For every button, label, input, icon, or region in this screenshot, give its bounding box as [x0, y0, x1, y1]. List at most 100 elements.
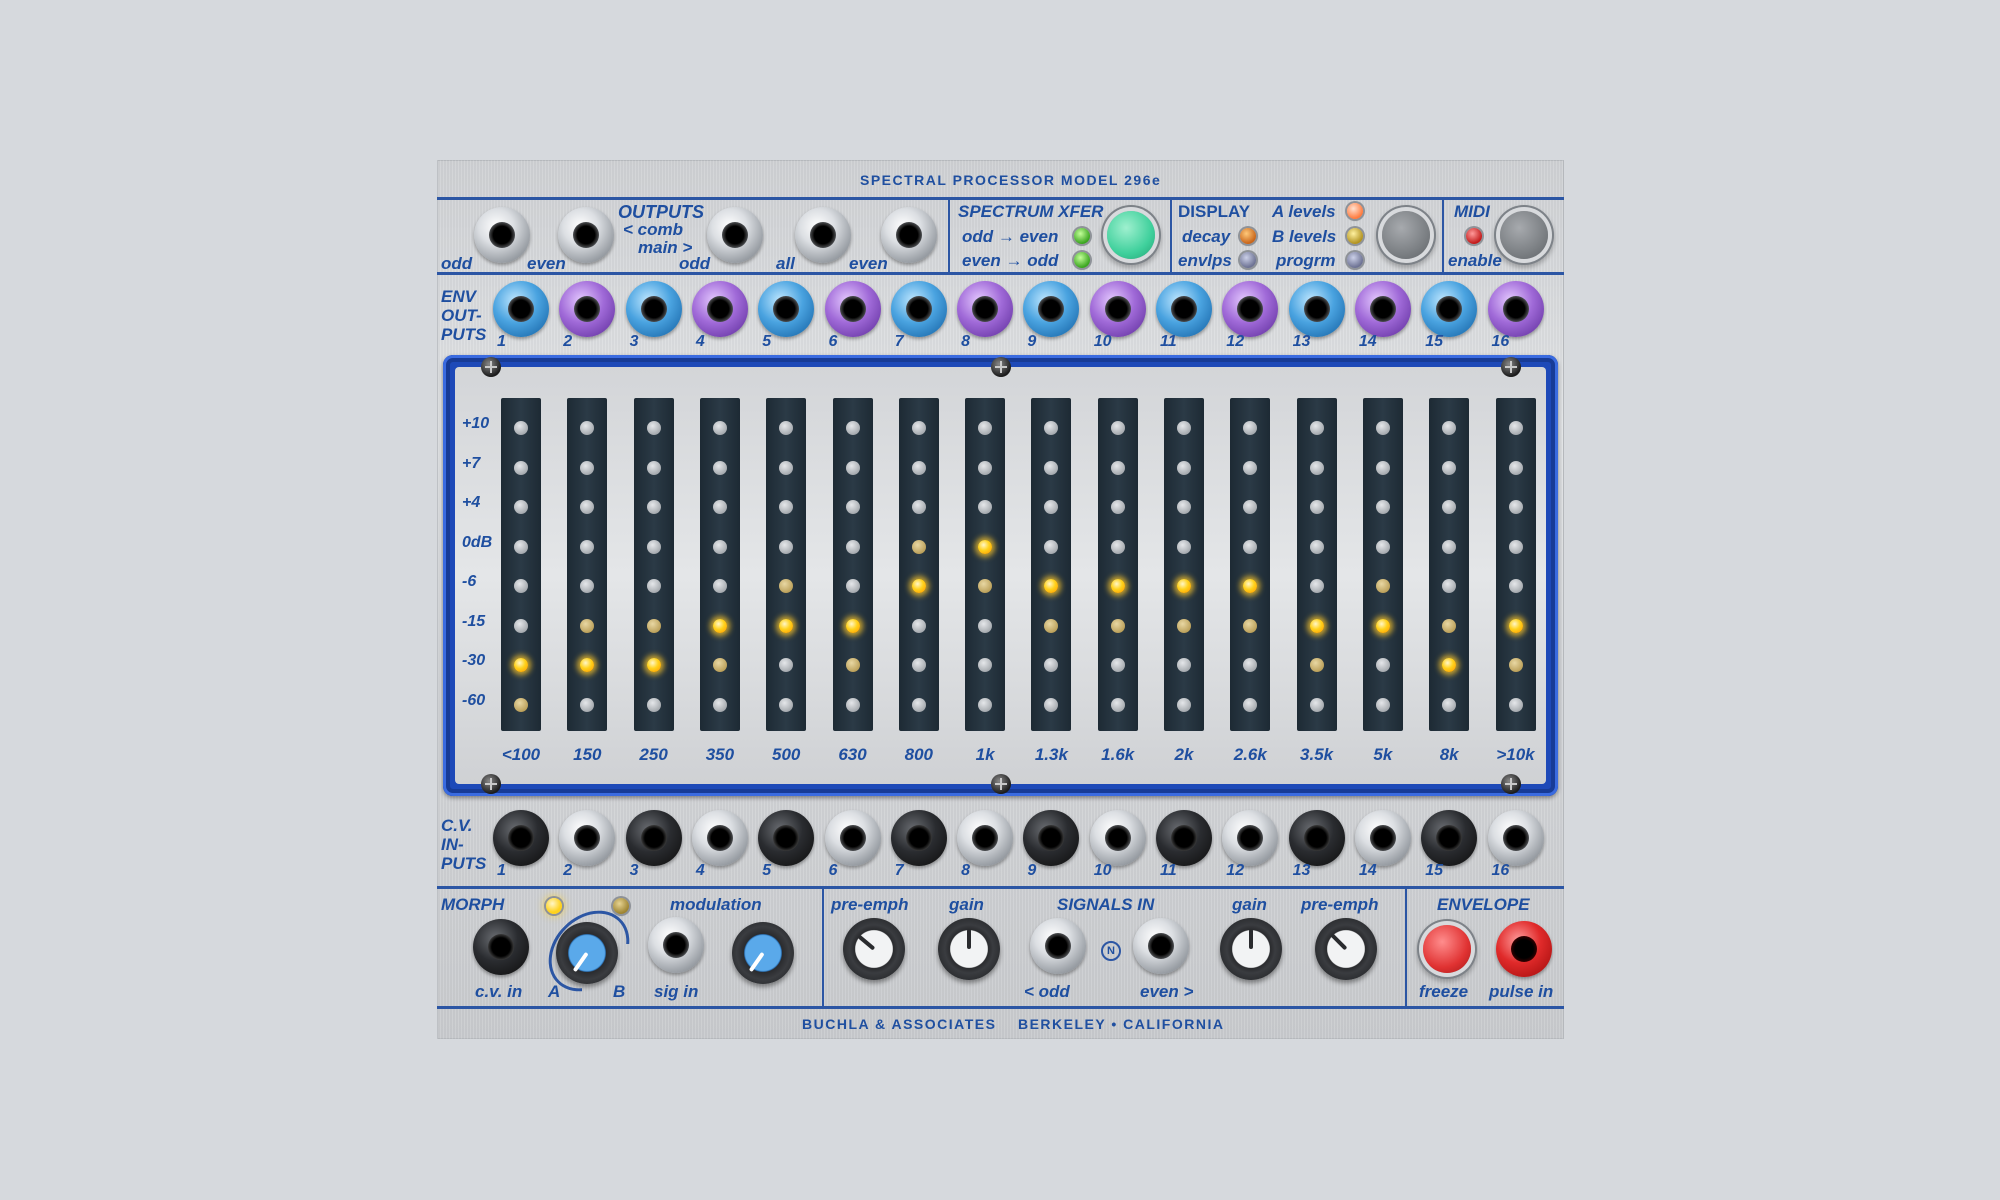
- cv-input-jack-10[interactable]: [1089, 810, 1146, 866]
- output-jack-comb-even[interactable]: [558, 207, 614, 263]
- pre-emph-knob-left[interactable]: [843, 918, 905, 980]
- env-output-jack-7[interactable]: [890, 281, 947, 337]
- meter-led: [1177, 500, 1191, 514]
- meter-led: [1375, 500, 1390, 514]
- meter-led: [514, 539, 528, 554]
- cv-input-jack-6[interactable]: [824, 810, 881, 866]
- meter-led: [1044, 579, 1059, 593]
- meter-led: [1442, 579, 1457, 593]
- pulse-in-jack[interactable]: [1496, 921, 1552, 977]
- cv-input-jack-11[interactable]: [1156, 810, 1212, 866]
- env-output-jack-4[interactable]: [691, 281, 748, 337]
- meter-strip-15: [1429, 398, 1470, 731]
- meter-led: [978, 421, 993, 435]
- meter-led: [845, 697, 860, 712]
- meter-strip-5: [766, 398, 807, 731]
- cv-input-jack-7[interactable]: [890, 810, 947, 866]
- midi-button[interactable]: [1500, 211, 1548, 259]
- output-label-even: even: [527, 254, 566, 273]
- cv-input-jack-8[interactable]: [957, 810, 1014, 866]
- output-jack-main-all[interactable]: [795, 207, 851, 263]
- meter-led: [1243, 618, 1258, 633]
- env-output-jack-16[interactable]: [1487, 281, 1544, 337]
- cv-input-number: 6: [828, 862, 838, 879]
- meter-led: [1309, 618, 1324, 633]
- pulse-in-label: pulse in: [1489, 982, 1554, 1001]
- env-output-jack-13[interactable]: [1288, 281, 1345, 337]
- morph-knob[interactable]: [556, 922, 618, 984]
- env-output-jack-1[interactable]: [493, 281, 549, 337]
- meter-led: [1243, 658, 1258, 672]
- display-button[interactable]: [1382, 211, 1430, 259]
- cv-input-jack-3[interactable]: [625, 810, 682, 866]
- cv-input-jack-4[interactable]: [691, 810, 748, 866]
- cv-input-number: 8: [961, 862, 970, 879]
- meter-strip-2: [567, 398, 608, 731]
- env-output-jack-15[interactable]: [1421, 281, 1478, 337]
- morph-cv-in-jack[interactable]: [473, 919, 529, 975]
- band-frequency-label: 1k: [975, 745, 995, 764]
- meter-led: [712, 421, 727, 435]
- modulation-sig-in-jack[interactable]: [648, 917, 704, 973]
- env-output-jack-6[interactable]: [824, 281, 881, 337]
- meter-led: [1375, 618, 1390, 633]
- cv-input-jack-14[interactable]: [1354, 810, 1411, 866]
- signal-in-even-jack[interactable]: [1133, 918, 1189, 974]
- env-output-jack-5[interactable]: [758, 281, 815, 337]
- cv-input-jack-16[interactable]: [1487, 810, 1544, 866]
- cv-input-jack-1[interactable]: [493, 810, 549, 866]
- display-heading: DISPLAY: [1178, 202, 1251, 221]
- screw-icon: [991, 357, 1011, 377]
- screw-icon: [991, 774, 1011, 794]
- db-scale-label: +4: [462, 494, 481, 511]
- meter-led: [1177, 658, 1191, 672]
- signal-in-odd-jack[interactable]: [1030, 918, 1086, 974]
- modulation-knob[interactable]: [732, 922, 794, 984]
- cv-input-jack-12[interactable]: [1222, 810, 1279, 866]
- env-output-jack-8[interactable]: [957, 281, 1014, 337]
- decay-label: decay: [1182, 227, 1231, 246]
- cv-input-number: 12: [1226, 862, 1245, 879]
- meter-led: [1044, 658, 1059, 672]
- cv-input-jack-13[interactable]: [1288, 810, 1345, 866]
- cv-input-jack-2[interactable]: [559, 810, 616, 866]
- env-output-jack-10[interactable]: [1089, 281, 1146, 337]
- env-output-jack-9[interactable]: [1023, 281, 1080, 337]
- midi-heading: MIDI: [1454, 202, 1490, 221]
- meter-led: [646, 658, 661, 672]
- meter-led: [1375, 579, 1390, 593]
- meter-led: [779, 460, 794, 475]
- freeze-button[interactable]: [1423, 925, 1471, 973]
- meter-led: [1177, 697, 1191, 712]
- divider: [1170, 197, 1172, 272]
- meter-led: [1177, 618, 1191, 633]
- env-output-number: 7: [894, 333, 904, 350]
- meter-led: [1309, 658, 1324, 672]
- meter-led: [646, 697, 661, 712]
- gain-knob-left[interactable]: [938, 918, 1000, 980]
- output-jack-main-even[interactable]: [881, 207, 937, 263]
- band-frequency-label: 350: [705, 745, 735, 764]
- meter-led: [978, 579, 993, 593]
- outputs-heading: OUTPUTS: [618, 202, 705, 222]
- gain-knob-right[interactable]: [1220, 918, 1282, 980]
- meter-led: [978, 460, 993, 475]
- pre-emph-knob-right[interactable]: [1315, 918, 1377, 980]
- env-output-jack-14[interactable]: [1354, 281, 1411, 337]
- meter-led: [580, 579, 595, 593]
- spectrum-xfer-button[interactable]: [1107, 211, 1155, 259]
- divider: [822, 886, 824, 1006]
- output-jack-main-odd[interactable]: [707, 207, 763, 263]
- env-output-jack-3[interactable]: [625, 281, 682, 337]
- env-output-jack-12[interactable]: [1222, 281, 1279, 337]
- env-output-jack-2[interactable]: [559, 281, 616, 337]
- envlps-led: [1240, 252, 1256, 268]
- cv-input-jack-9[interactable]: [1023, 810, 1080, 866]
- meter-led: [911, 460, 926, 475]
- cv-input-jack-15[interactable]: [1421, 810, 1478, 866]
- output-jack-comb-odd[interactable]: [474, 207, 530, 263]
- cv-input-jack-5[interactable]: [758, 810, 815, 866]
- meter-led: [911, 658, 926, 672]
- env-output-jack-11[interactable]: [1156, 281, 1212, 337]
- meter-led: [514, 460, 528, 475]
